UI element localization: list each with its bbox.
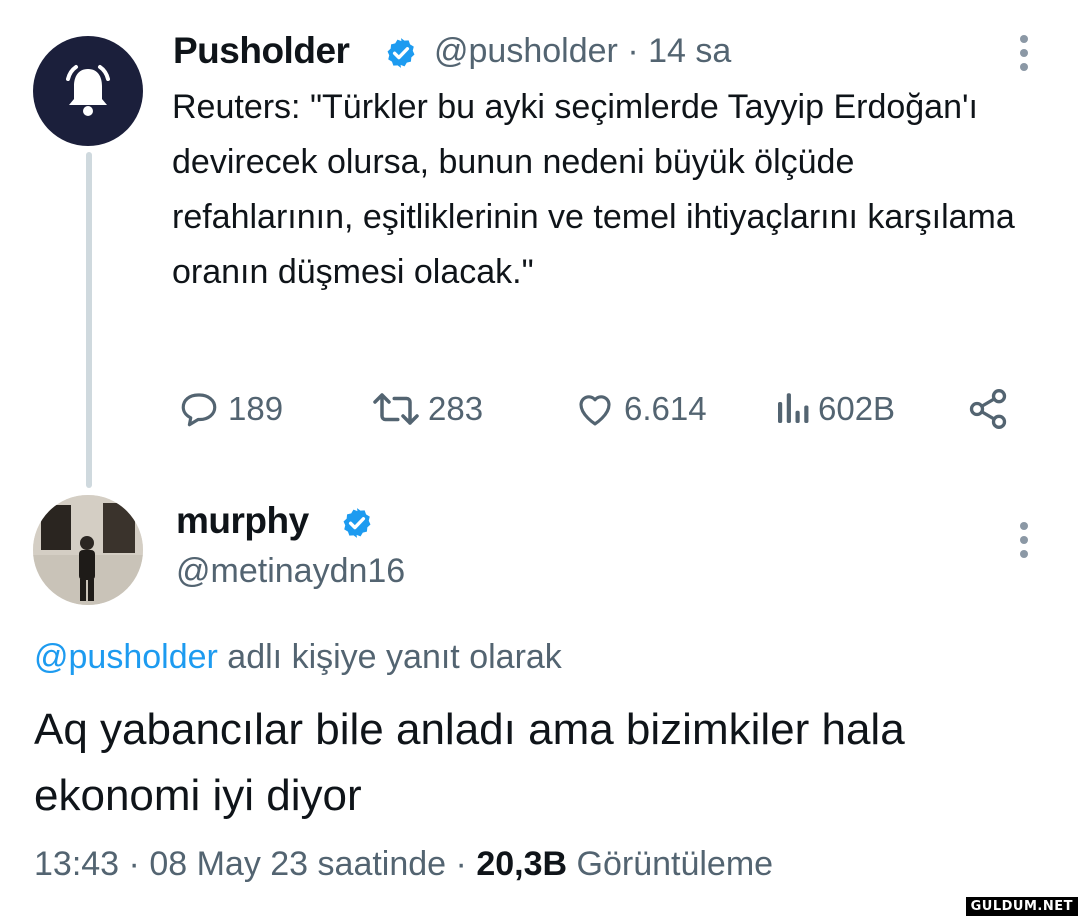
reply-button[interactable]: 189 [176,386,283,432]
bell-icon [66,65,110,116]
verified-badge-icon [343,508,371,538]
footer-separator: · [455,845,467,883]
reply-icon [181,393,217,427]
heart-icon [579,395,611,426]
footer-views-count: 20,3B [476,845,568,883]
tweet-time[interactable]: 14 sa [648,32,731,70]
views-chart-icon [778,393,809,423]
reply-count: 189 [228,390,284,427]
replying-to-line: @pusholder adlı kişiye yanıt olarak [34,638,562,677]
reply-mention-link[interactable]: @pusholder [34,638,218,676]
retweet-count: 283 [428,390,484,427]
tweet-text: Reuters: "Türkler bu ayki seçimlerde Tay… [172,88,1015,291]
share-icon [969,389,1007,429]
views-count: 602B [818,390,896,427]
retweet-button[interactable]: 283 [370,386,483,432]
tweet-date[interactable]: 08 May 23 saatinde [149,845,446,883]
tweet-footer: 13:43 · 08 May 23 saatinde · 20,3B Görün… [34,845,773,884]
more-options-icon[interactable] [1016,35,1032,71]
more-options-icon[interactable] [1016,522,1032,558]
footer-separator: · [128,845,140,883]
retweet-icon [373,393,419,425]
reply-author-name[interactable]: murphy [176,500,309,542]
author-meta: @pusholder · 14 sa [434,32,731,71]
author-name[interactable]: Pusholder [173,30,350,72]
avatar-photo [33,495,143,605]
share-button[interactable] [966,386,1010,432]
thread-connector-line [86,152,92,488]
reply-author-handle[interactable]: @metinaydn16 [176,552,405,591]
pusholder-avatar[interactable] [33,36,143,146]
like-button[interactable]: 6.614 [572,386,707,432]
reply-tweet-text: Aq yabancılar bile anladı ama bizimkiler… [34,705,905,820]
watermark-logo: GULDUM.NET [965,897,1078,916]
meta-separator: · [627,32,639,70]
like-count: 6.614 [624,390,707,427]
murphy-avatar[interactable] [33,495,143,605]
footer-views-label: Görüntüleme [576,845,774,883]
views-button[interactable]: 602B [772,386,895,432]
reply-to-suffix: adlı kişiye yanıt olarak [217,638,562,676]
tweet-timestamp[interactable]: 13:43 [34,845,119,883]
author-handle[interactable]: @pusholder [434,32,618,70]
verified-badge-icon [387,38,415,68]
